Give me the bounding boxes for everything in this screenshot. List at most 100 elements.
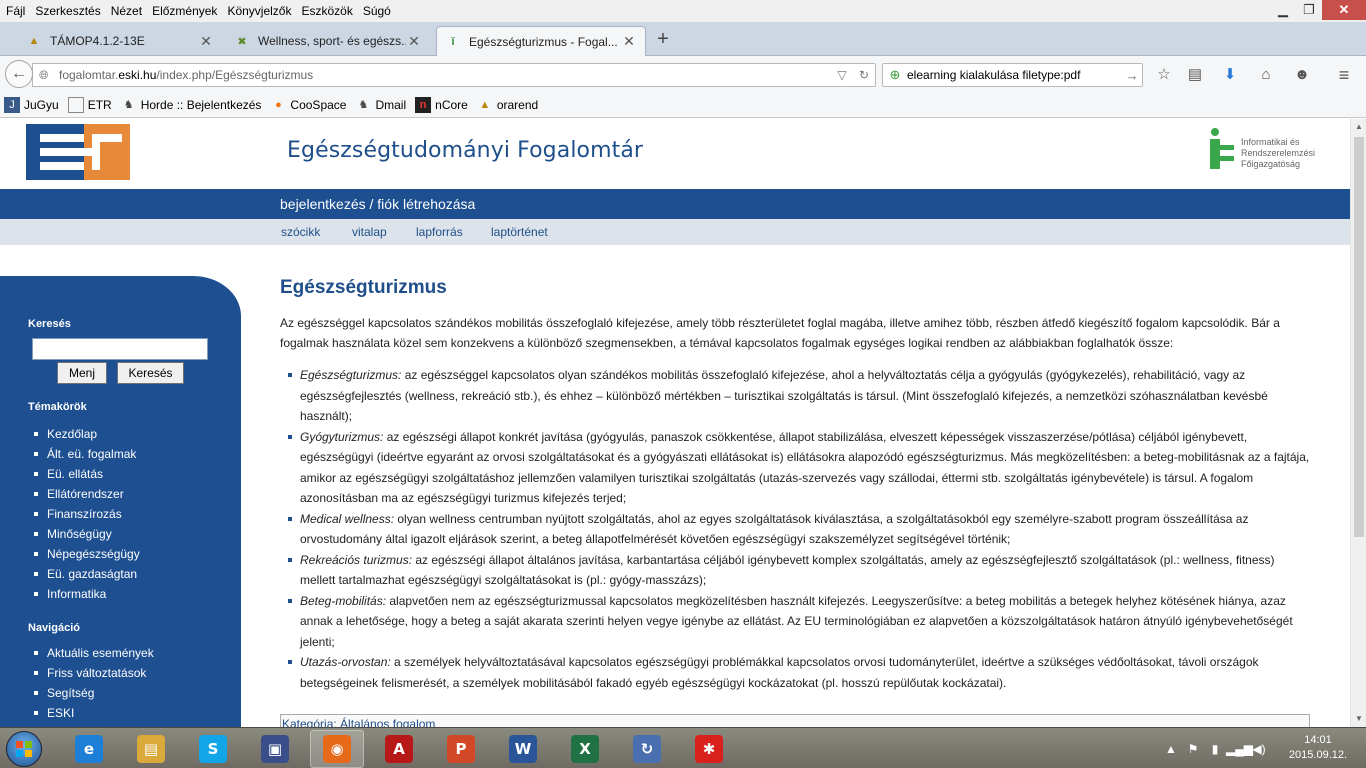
sidebar-item-finanszirozas[interactable]: Finanszírozás xyxy=(34,504,140,524)
sidebar-item-eu-gazdasagtan[interactable]: Eü. gazdaságtan xyxy=(34,564,140,584)
tab-tamop[interactable]: ▲ TÁMOP4.1.2-13E ✕ xyxy=(18,26,222,56)
ef-logo[interactable] xyxy=(26,124,130,180)
sidebar-item-segitseg[interactable]: Segítség xyxy=(34,683,154,703)
sidebar-item-kezdolap[interactable]: Kezdőlap xyxy=(34,424,140,444)
taskbar-app-save[interactable]: ▣ xyxy=(248,730,302,768)
dropdown-arrow-icon[interactable]: ▽ xyxy=(831,68,853,82)
volume-icon[interactable]: ◀) xyxy=(1248,742,1270,756)
taskbar-app-powerpoint[interactable]: P xyxy=(434,730,488,768)
reading-list-icon[interactable]: ▤ xyxy=(1185,65,1205,85)
search-button[interactable]: Keresés xyxy=(117,362,184,384)
restore-button[interactable]: ❐ xyxy=(1296,0,1322,20)
url-text[interactable]: fogalomtar.eski.hu/index.php/Egészségtur… xyxy=(57,68,831,82)
ie-icon: e xyxy=(75,735,103,763)
sidebar-item-minosegugy[interactable]: Minőségügy xyxy=(34,524,140,544)
taskbar-app-skype[interactable]: S xyxy=(186,730,240,768)
flag-icon[interactable]: ⚑ xyxy=(1182,742,1204,756)
minimize-button[interactable]: ▁ xyxy=(1270,0,1296,20)
horde-icon: ♞ xyxy=(123,99,134,111)
search-bar[interactable]: ⊕ elearning kialakulása filetype:pdf → xyxy=(882,63,1143,87)
sidebar-item-ellatorendszer[interactable]: Ellátórendszer xyxy=(34,484,140,504)
topics-list: Kezdőlap Ált. eü. fogalmak Eü. ellátás E… xyxy=(34,424,140,604)
user-bar: bejelentkezés / fiók létrehozása xyxy=(0,189,1350,219)
topics-heading: Témakörök xyxy=(28,401,87,413)
bookmark-etr[interactable]: ETR xyxy=(67,96,112,113)
tab-strip: ▲ TÁMOP4.1.2-13E ✕ ✖ Wellness, sport- és… xyxy=(0,22,1366,56)
search-input[interactable]: elearning kialakulása filetype:pdf xyxy=(907,68,1122,82)
site-title: Egészségtudományi Fogalomtár xyxy=(287,138,644,163)
bookmark-dmail[interactable]: ♞ Dmail xyxy=(355,97,407,113)
list-item: Beteg-mobilitás: alapvetően nem az egész… xyxy=(288,591,1310,653)
bookmark-horde[interactable]: ♞ Horde :: Bejelentkezés xyxy=(121,97,262,113)
bookmark-coospace[interactable]: ● CooSpace xyxy=(270,97,346,113)
battery-icon[interactable]: ▮ xyxy=(1204,742,1226,756)
page-icon xyxy=(67,96,84,113)
tab-discussion[interactable]: vitalap xyxy=(352,225,387,239)
menu-file[interactable]: Fájl xyxy=(0,0,30,22)
login-link[interactable]: bejelentkezés / fiók létrehozása xyxy=(280,196,475,212)
excel-icon: X xyxy=(571,735,599,763)
bookmark-ncore[interactable]: n nCore xyxy=(415,96,468,113)
taskbar-app-paint[interactable]: ✱ xyxy=(682,730,736,768)
show-hidden-icons[interactable]: ▲ xyxy=(1160,742,1182,756)
taskbar-app-sync[interactable]: ↻ xyxy=(620,730,674,768)
taskbar-app-word[interactable]: W xyxy=(496,730,550,768)
bookmark-jugyu[interactable]: J JuGyu xyxy=(4,96,59,113)
tab-wellness[interactable]: ✖ Wellness, sport- és egészs... ✕ xyxy=(226,26,430,56)
window-controls: ▁ ❐ ✕ xyxy=(1270,0,1366,22)
menu-edit[interactable]: Szerkesztés xyxy=(30,0,105,22)
menu-tools[interactable]: Eszközök xyxy=(296,0,357,22)
menu-help[interactable]: Súgó xyxy=(358,0,396,22)
menu-bookmarks[interactable]: Könyvjelzők xyxy=(222,0,296,22)
tab-view-source[interactable]: lapforrás xyxy=(416,225,463,239)
start-button[interactable] xyxy=(6,731,42,767)
search-go-icon[interactable]: → xyxy=(1122,68,1142,83)
taskbar-app-pdf[interactable]: A xyxy=(372,730,426,768)
scroll-up-icon[interactable]: ▲ xyxy=(1351,119,1366,135)
download-icon[interactable]: ⬇ xyxy=(1220,65,1240,85)
menu-icon[interactable]: ≡ xyxy=(1334,65,1354,85)
sidebar-item-friss[interactable]: Friss változtatások xyxy=(34,663,154,683)
page-scrollbar[interactable]: ▲ ▼ xyxy=(1350,119,1366,727)
menu-history[interactable]: Előzmények xyxy=(147,0,222,22)
navigation-heading: Navigáció xyxy=(28,622,80,634)
pma-icon: ▲ xyxy=(28,35,40,47)
scroll-thumb[interactable] xyxy=(1354,137,1364,537)
close-tab-icon[interactable]: ✕ xyxy=(198,33,214,50)
sidebar-item-eski[interactable]: ESKI xyxy=(34,703,154,723)
back-button[interactable]: ← xyxy=(5,60,33,88)
bookmark-orarend[interactable]: ▲ orarend xyxy=(477,97,538,113)
close-tab-icon[interactable]: ✕ xyxy=(621,33,637,50)
sidebar-item-nepegeszsegugy[interactable]: Népegészségügy xyxy=(34,544,140,564)
tab-article[interactable]: szócikk xyxy=(281,225,320,239)
taskbar-app-excel[interactable]: X xyxy=(558,730,612,768)
search-engine-icon: ⊕ xyxy=(889,67,901,82)
firefox-icon: ◉ xyxy=(323,735,351,763)
sidebar-item-alt-eu-fogalmak[interactable]: Ált. eü. fogalmak xyxy=(34,444,140,464)
sidebar-item-aktualis[interactable]: Aktuális események xyxy=(34,643,154,663)
clock[interactable]: 14:01 2015.09.12. xyxy=(1288,733,1348,763)
sidebar-item-informatika[interactable]: Informatika xyxy=(34,584,140,604)
home-icon[interactable]: ⌂ xyxy=(1256,65,1276,85)
url-bar[interactable]: 🌐︎ fogalomtar.eski.hu/index.php/Egészség… xyxy=(32,63,876,87)
tab-history[interactable]: laptörténet xyxy=(491,225,548,239)
scroll-down-icon[interactable]: ▼ xyxy=(1351,711,1366,727)
reload-icon[interactable]: ↻ xyxy=(853,68,875,82)
taskbar-app-ie[interactable]: e xyxy=(62,730,116,768)
close-tab-icon[interactable]: ✕ xyxy=(406,33,422,50)
close-window-button[interactable]: ✕ xyxy=(1322,0,1366,20)
category-link[interactable]: Kategória: Általános fogalom xyxy=(282,717,435,727)
tab-egeszsegturizmus[interactable]: ǐ Egészségturizmus - Fogal... ✕ xyxy=(436,26,646,56)
go-button[interactable]: Menj xyxy=(57,362,107,384)
menu-view[interactable]: Nézet xyxy=(106,0,147,22)
new-tab-button[interactable]: + xyxy=(652,28,674,50)
taskbar-app-firefox[interactable]: ◉ xyxy=(310,730,364,768)
taskbar-app-explorer[interactable]: ▤ xyxy=(124,730,178,768)
network-icon[interactable]: ▂▄▆ xyxy=(1226,742,1253,756)
pdf-icon: A xyxy=(385,735,413,763)
explorer-icon: ▤ xyxy=(137,735,165,763)
sidebar-search-input[interactable] xyxy=(32,338,208,360)
bookmark-star-icon[interactable]: ☆ xyxy=(1154,65,1174,85)
sidebar-item-eu-ellatas[interactable]: Eü. ellátás xyxy=(34,464,140,484)
chat-icon[interactable]: ☻ xyxy=(1292,65,1312,85)
